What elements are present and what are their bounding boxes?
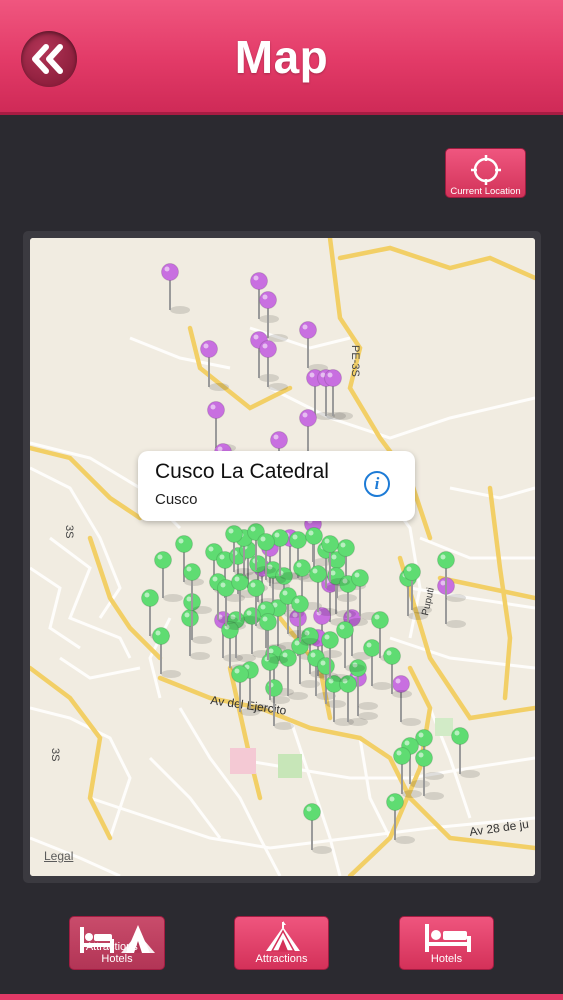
page-title: Map: [234, 31, 329, 83]
tent-icon: [266, 921, 300, 952]
park-area-small: [435, 718, 453, 736]
hospital-area: [230, 748, 256, 774]
crosshair-icon: [471, 155, 501, 185]
current-location-button[interactable]: Current Location: [445, 148, 526, 198]
street-label-3s-lower: 3S: [49, 748, 61, 761]
tab-attractions[interactable]: Attractions: [234, 916, 329, 970]
street-label-pe3s: PE-3S: [349, 345, 361, 377]
tab-label: Attractions: [255, 953, 308, 965]
bottom-accent-bar: [0, 994, 563, 1000]
legal-link[interactable]: Legal: [44, 849, 73, 863]
tab-label: Attractions & Hotels: [85, 941, 149, 965]
callout-title: Cusco La Catedral: [155, 460, 329, 483]
map-callout[interactable]: Cusco La Catedral Cusco i: [138, 451, 415, 521]
info-icon[interactable]: i: [364, 471, 390, 497]
tab-label: Hotels: [430, 953, 463, 965]
park-area: [278, 754, 302, 778]
header-bar: Map: [0, 0, 563, 115]
current-location-label: Current Location: [450, 186, 521, 197]
callout-subtitle: Cusco: [155, 491, 198, 508]
bed-icon: [425, 924, 471, 952]
street-label-3s-upper: 3S: [63, 525, 75, 538]
tab-hotels[interactable]: Hotels: [399, 916, 494, 970]
map-base: PE-3S 3S 3S Av del Ejercito Puputi Av 28…: [30, 238, 535, 876]
map-view[interactable]: PE-3S 3S 3S Av del Ejercito Puputi Av 28…: [30, 238, 535, 876]
tab-attractions-hotels[interactable]: Attractions & Hotels: [69, 916, 165, 970]
